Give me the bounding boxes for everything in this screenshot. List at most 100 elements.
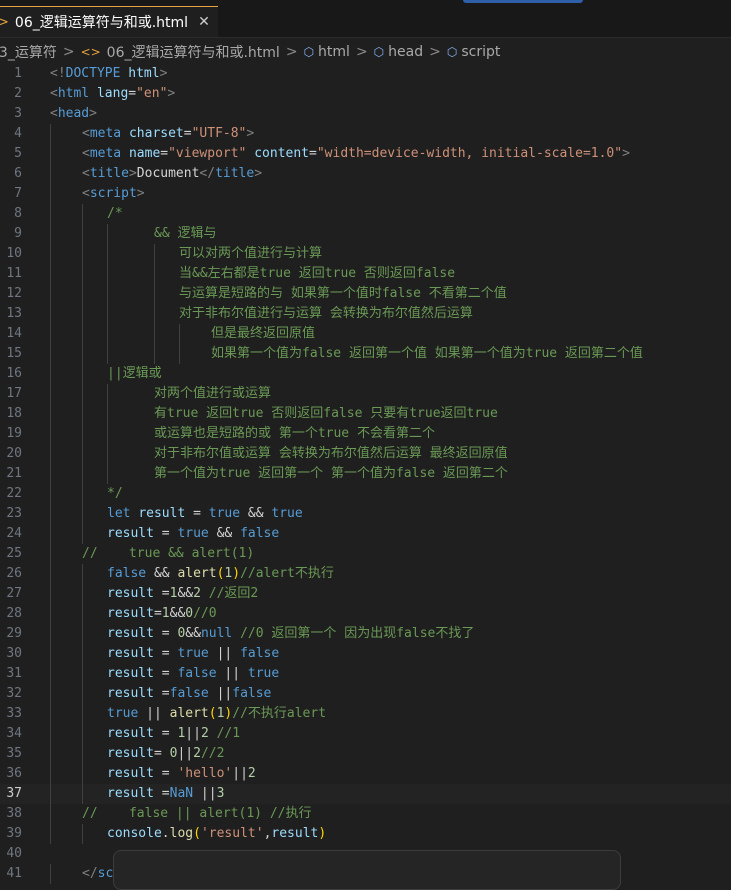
floating-toolbar[interactable] (113, 850, 621, 890)
indent-guide (50, 204, 51, 224)
line-number: 5 (14, 146, 22, 161)
line-number: 22 (6, 486, 22, 501)
chevron-right-icon: > (355, 44, 368, 60)
line-number: 38 (6, 806, 22, 821)
code-line[interactable]: 34 result = 1||2 //1 (0, 724, 731, 744)
code-line[interactable]: 28 result=1&&0//0 (0, 604, 731, 624)
code-text: ||逻辑或 (107, 366, 162, 381)
indent-guide (50, 324, 51, 344)
tab-active-file[interactable]: > 06_逻辑运算符与和或.html ✕ (0, 6, 218, 37)
indent-guide (107, 284, 108, 304)
code-line[interactable]: 33 true || alert(1)//不执行alert (0, 704, 731, 724)
indent-guide (107, 424, 108, 444)
code-line[interactable]: 25 // true && alert(1) (0, 544, 731, 564)
code-line[interactable]: 8 /* (0, 204, 731, 224)
code-line[interactable]: 2 <html lang="en"> (0, 84, 731, 104)
indent-guide (154, 244, 155, 264)
code-line[interactable]: 24 result = true && false (0, 524, 731, 544)
code-line[interactable]: 5 <meta name="viewport" content="width=de… (0, 144, 731, 164)
indent-guide (50, 564, 51, 584)
code-line[interactable]: 16 ||逻辑或 (0, 364, 731, 384)
code-text: result = 1||2 //1 (107, 726, 241, 741)
indent-guide (82, 444, 83, 464)
code-line[interactable]: 19 或运算也是短路的或 第一个true 不会看第二个 (0, 424, 731, 444)
code-line[interactable]: 14 但是最终返回原值 (0, 324, 731, 344)
indent-guide (82, 584, 83, 604)
line-number: 29 (6, 626, 22, 641)
line-number: 26 (6, 566, 22, 581)
code-line[interactable]: 27 result =1&&2 //返回2 (0, 584, 731, 604)
code-line[interactable]: 29 result = 0&&null //0 返回第一个 因为出现false不找… (0, 624, 731, 644)
code-line[interactable]: 12 与运算是短路的与 如果第一个值时false 不看第二个值 (0, 284, 731, 304)
breadcrumb-folder[interactable]: 03_运算符 (0, 42, 57, 62)
indent-guide (154, 344, 155, 364)
breadcrumb-script[interactable]: ⬡ script (447, 44, 501, 60)
code-line[interactable]: 35 result= 0||2//2 (0, 744, 731, 764)
code-line[interactable]: 10 可以对两个值进行与计算 (0, 244, 731, 264)
code-line[interactable]: 21 第一个值为true 返回第一个 第一个值为false 返回第二个 (0, 464, 731, 484)
code-line[interactable]: 23 let result = true && true (0, 504, 731, 524)
indent-guide (50, 424, 51, 444)
code-line[interactable]: 1 <!DOCTYPE html> (0, 64, 731, 84)
code-line[interactable]: 3 <head> (0, 104, 731, 124)
code-line[interactable]: 39 console.log('result',result) (0, 824, 731, 844)
code-text: result = 'hello'||2 (107, 766, 256, 781)
code-line[interactable]: 6 <title>Document</title> (0, 164, 731, 184)
code-line[interactable]: 4 <meta charset="UTF-8"> (0, 124, 731, 144)
code-line[interactable]: 13 对于非布尔值进行与运算 会转换为布尔值然后运算 (0, 304, 731, 324)
code-text: 可以对两个值进行与计算 (179, 246, 323, 261)
line-number: 19 (6, 426, 22, 441)
chevron-right-icon: > (429, 44, 441, 60)
indent-guide (50, 764, 51, 784)
indent-guide (82, 684, 83, 704)
indent-guide (50, 744, 51, 764)
close-icon[interactable]: ✕ (198, 14, 210, 30)
code-line[interactable]: 31 result = false || true (0, 664, 731, 684)
code-editor[interactable]: 1 <!DOCTYPE html> 2 <html lang="en"> 3 <head>… (0, 64, 731, 884)
indent-guide (107, 384, 108, 404)
indent-guide (82, 564, 83, 584)
code-line[interactable]: 38 // false || alert(1) //执行 (0, 804, 731, 824)
indent-guide (50, 724, 51, 744)
breadcrumb-file-label: 06_逻辑运算符与和或.html (106, 45, 280, 61)
indent-guide (82, 324, 83, 344)
code-line[interactable]: 32 result =false ||false (0, 684, 731, 704)
indent-guide (82, 504, 83, 524)
code-line[interactable]: 37 result =NaN ||3 (0, 784, 731, 804)
indent-guide (107, 444, 108, 464)
code-line[interactable]: 26 false && alert(1)//alert不执行 (0, 564, 731, 584)
tab-bar: > 06_逻辑运算符与和或.html ✕ (0, 6, 731, 38)
indent-guide (50, 364, 51, 384)
code-line[interactable]: 11 当&&左右都是true 返回true 否则返回false (0, 264, 731, 284)
code-line[interactable]: 17 对两个值进行或运算 (0, 384, 731, 404)
indent-guide (82, 484, 83, 504)
line-number: 40 (6, 846, 22, 861)
code-text: console.log('result',result) (107, 826, 327, 841)
code-line[interactable]: 9 && 逻辑与 (0, 224, 731, 244)
line-number: 37 (6, 786, 22, 801)
code-line[interactable]: 22 */ (0, 484, 731, 504)
line-number: 3 (14, 106, 22, 121)
code-line[interactable]: 30 result = true || false (0, 644, 731, 664)
code-text: result = false || true (107, 666, 280, 681)
breadcrumb-html[interactable]: ⬡ html (304, 44, 350, 60)
element-icon: ⬡ (446, 45, 458, 59)
line-number: 34 (6, 726, 22, 741)
code-line[interactable]: 20 对于非布尔值或运算 会转换为布尔值然后运算 最终返回原值 (0, 444, 731, 464)
code-line[interactable]: 36 result = 'hello'||2 (0, 764, 731, 784)
code-text: result = true || false (107, 646, 280, 661)
breadcrumb-file[interactable]: <> 06_逻辑运算符与和或.html (81, 42, 280, 62)
code-line[interactable]: 18 有true 返回true 否则返回false 只要有true返回true (0, 404, 731, 424)
code-line[interactable]: 7 <script> (0, 184, 731, 204)
indent-guide (107, 464, 108, 484)
indent-guide (82, 344, 83, 364)
line-number: 4 (14, 126, 22, 141)
indent-guide (179, 324, 180, 344)
breadcrumb-head[interactable]: ⬡ head (374, 44, 423, 60)
code-text: /* (107, 206, 123, 221)
code-text: 对于非布尔值或运算 会转换为布尔值然后运算 最终返回原值 (154, 446, 508, 461)
line-number: 18 (6, 406, 22, 421)
code-text: result=1&&0//0 (107, 606, 217, 621)
code-line[interactable]: 15 如果第一个值为false 返回第一个值 如果第一个值为true 返回第二个值 (0, 344, 731, 364)
indent-guide (82, 784, 83, 804)
